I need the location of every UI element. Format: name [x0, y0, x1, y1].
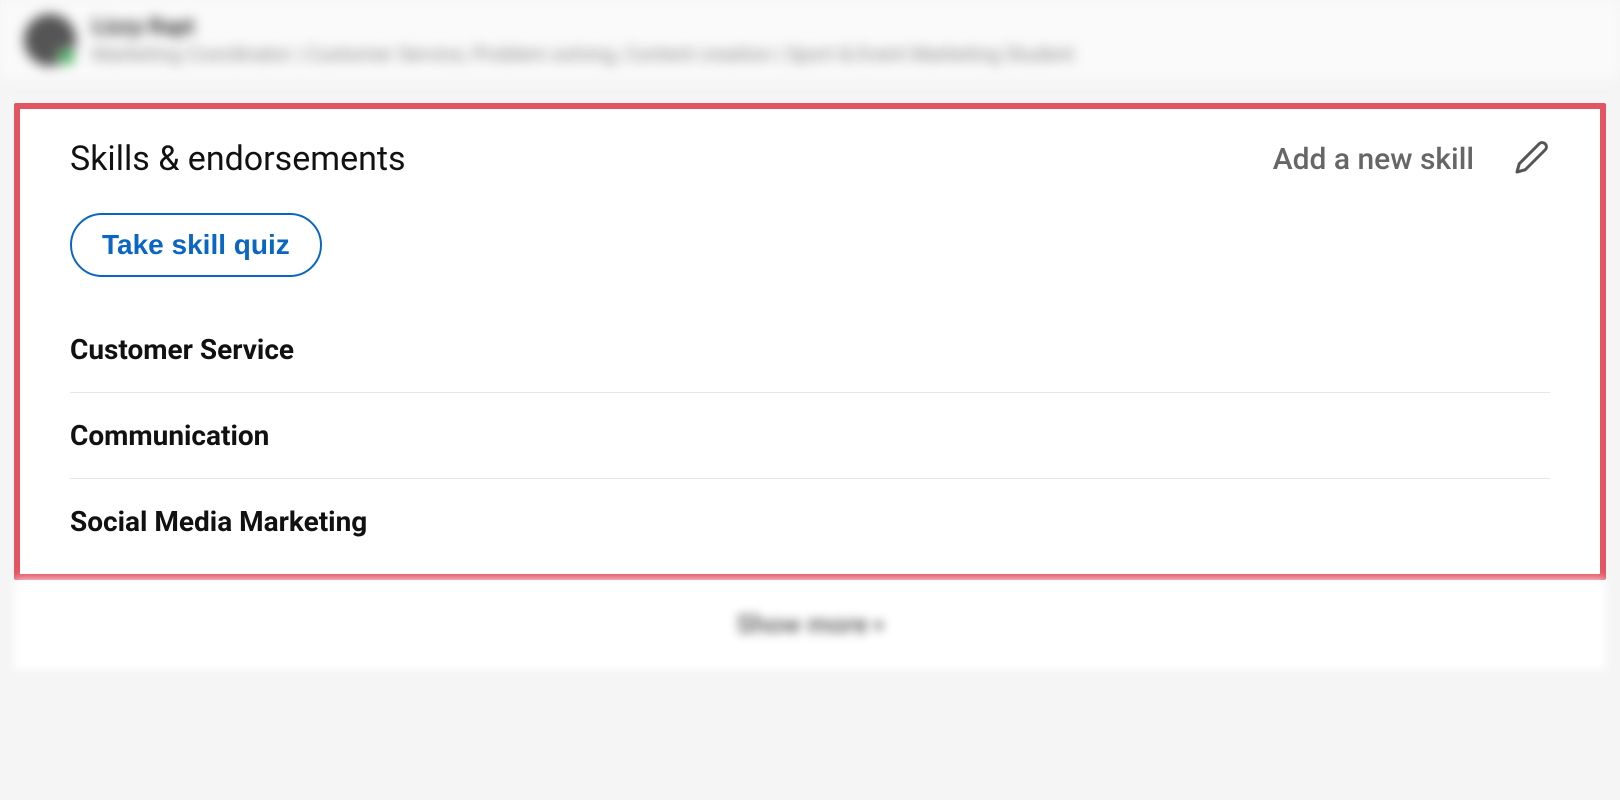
chevron-down-icon: ▾ [874, 616, 883, 637]
add-new-skill-link[interactable]: Add a new skill [1273, 142, 1474, 177]
skills-list: Customer Service Communication Social Me… [70, 307, 1550, 544]
skill-item[interactable]: Customer Service [70, 307, 1550, 393]
skill-name: Communication [70, 419, 269, 452]
skills-section-card: Skills & endorsements Add a new skill Ta… [14, 103, 1606, 580]
skill-item[interactable]: Social Media Marketing [70, 479, 1550, 544]
avatar [24, 14, 76, 66]
skill-name: Social Media Marketing [70, 505, 367, 538]
show-more-blurred[interactable]: Show more ▾ [14, 580, 1606, 670]
skill-name: Customer Service [70, 333, 294, 366]
profile-name: Lizzy Rapt [92, 15, 1074, 40]
section-title: Skills & endorsements [70, 139, 406, 179]
profile-header-blurred: Lizzy Rapt Marketing Coordinator | Custo… [0, 0, 1620, 81]
show-more-label: Show more [737, 610, 868, 640]
take-skill-quiz-button[interactable]: Take skill quiz [70, 213, 322, 277]
skill-item[interactable]: Communication [70, 393, 1550, 479]
profile-subtitle: Marketing Coordinator | Customer Service… [92, 42, 1074, 66]
edit-pencil-icon[interactable] [1514, 139, 1550, 179]
